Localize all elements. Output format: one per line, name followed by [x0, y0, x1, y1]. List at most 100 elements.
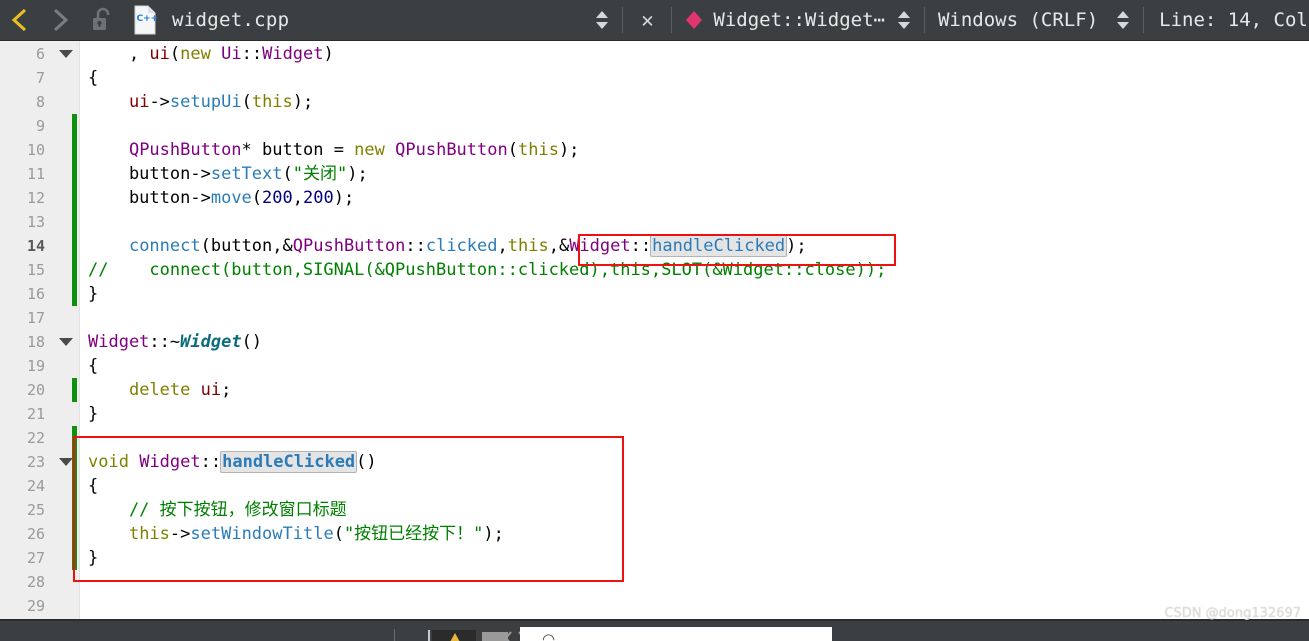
gutter-line[interactable]: 20	[0, 378, 80, 402]
code-token: ->	[169, 524, 191, 544]
code-token: ->	[190, 164, 211, 184]
code-token: (	[251, 188, 263, 208]
line-number: 28	[26, 573, 45, 591]
code-token: ,	[292, 188, 304, 208]
gutter-line[interactable]: 25	[0, 498, 80, 522]
gutter-line[interactable]: 18	[0, 330, 80, 354]
warning-triangle-icon	[450, 633, 460, 641]
gutter-line[interactable]: 14	[0, 234, 80, 258]
fold-triangle-icon[interactable]	[59, 338, 73, 346]
code-token: ::	[241, 44, 263, 64]
gutter-line[interactable]: 29	[0, 594, 80, 618]
code-token: move	[210, 188, 252, 208]
code-token: );	[558, 140, 580, 160]
code-token: Widget	[88, 332, 150, 352]
code-token: connect	[128, 236, 201, 256]
gutter-line[interactable]: 22	[0, 426, 80, 450]
gutter-line[interactable]: 11	[0, 162, 80, 186]
code-token: ()	[241, 332, 263, 352]
code-line[interactable]: }	[88, 282, 98, 306]
code-token: }	[88, 548, 99, 568]
navigate-forward-button[interactable]	[40, 0, 80, 41]
svg-text:C++: C++	[137, 14, 158, 24]
code-line[interactable]: {	[88, 474, 98, 498]
code-line[interactable]: Widget::~Widget()	[88, 330, 262, 354]
code-line[interactable]: {	[88, 354, 98, 378]
code-line[interactable]: delete ui;	[88, 378, 231, 402]
code-line[interactable]: }	[88, 402, 98, 426]
symbol-selector-label[interactable]: Widget::Widget⋯	[709, 9, 891, 31]
code-line[interactable]: ui->setupUi(this);	[88, 90, 313, 114]
code-token: Widget	[139, 452, 201, 472]
line-number: 9	[35, 117, 45, 135]
split-editor-spinner[interactable]	[589, 10, 615, 30]
gutter-line[interactable]: 23	[0, 450, 80, 474]
code-line[interactable]: QPushButton* button = new QPushButton(th…	[88, 138, 579, 162]
code-token: QPushButton	[395, 140, 508, 160]
code-token: ,&	[548, 236, 570, 256]
code-line[interactable]: button->move(200,200);	[88, 186, 354, 210]
gutter-line[interactable]: 6	[0, 42, 80, 66]
code-line[interactable]: void Widget::handleClicked()	[88, 450, 377, 474]
line-number: 13	[26, 213, 45, 231]
code-token: // 按下按钮，修改窗口标题	[88, 500, 347, 520]
line-number-gutter[interactable]: 6 7 8 9 10 11 12 13 14 15 16 17 18 19 20 21 22 23 24 25 26 27…	[0, 41, 80, 619]
line-ending-spinner[interactable]	[1110, 10, 1136, 30]
fold-triangle-icon[interactable]	[59, 50, 73, 58]
gutter-line[interactable]: 9	[0, 114, 80, 138]
navigate-back-button[interactable]	[0, 0, 40, 41]
qt-creator-window: C++ widget.cpp ✕ Widget::Widget⋯ Windows…	[0, 0, 1309, 641]
code-editor[interactable]: 6 7 8 9 10 11 12 13 14 15 16 17 18 19 20 21 22 23 24 25 26 27…	[0, 41, 1309, 619]
gutter-line[interactable]: 26	[0, 522, 80, 546]
gutter-line[interactable]: 7	[0, 66, 80, 90]
symbol-selector-spinner[interactable]	[891, 10, 917, 30]
code-token: setWindowTitle	[190, 524, 334, 544]
gutter-line[interactable]: 8	[0, 90, 80, 114]
code-line[interactable]: // connect(button,SIGNAL(&QPushButton::c…	[88, 258, 886, 282]
code-text-area[interactable]: , ui(new Ui::Widget){ ui->setupUi(this);…	[80, 41, 1309, 619]
code-line[interactable]: // 按下按钮，修改窗口标题	[88, 498, 347, 522]
code-token: ,	[88, 44, 150, 64]
gutter-line[interactable]: 15	[0, 258, 80, 282]
code-line[interactable]: }	[88, 546, 98, 570]
code-token: (	[241, 92, 252, 112]
status-bar[interactable]: ◠	[0, 619, 1309, 641]
code-line[interactable]: this->setWindowTitle("按钮已经按下！");	[88, 522, 504, 546]
code-token: clicked	[425, 236, 498, 256]
gutter-line[interactable]: 28	[0, 570, 80, 594]
output-panel-button[interactable]	[482, 632, 508, 641]
gutter-line[interactable]: 12	[0, 186, 80, 210]
code-line[interactable]: {	[88, 66, 98, 90]
line-number: 22	[26, 429, 45, 447]
code-token: (	[200, 236, 211, 256]
gutter-line[interactable]: 24	[0, 474, 80, 498]
code-line[interactable]: connect(button,&QPushButton::clicked,thi…	[88, 234, 807, 258]
line-number: 11	[26, 165, 45, 183]
gutter-line[interactable]: 16	[0, 282, 80, 306]
gutter-line[interactable]: 21	[0, 402, 80, 426]
gutter-line[interactable]: 27	[0, 546, 80, 570]
code-line[interactable]: , ui(new Ui::Widget)	[88, 42, 334, 66]
line-ending-label[interactable]: Windows (CRLF)	[932, 9, 1110, 31]
code-token: ::	[200, 452, 222, 472]
gutter-line[interactable]: 10	[0, 138, 80, 162]
code-token: "关闭"	[292, 164, 348, 184]
code-token: new	[354, 140, 385, 160]
code-line[interactable]: button->setText("关闭");	[88, 162, 368, 186]
code-token: ::~	[149, 332, 181, 352]
code-token: );	[347, 164, 368, 184]
gutter-line[interactable]: 19	[0, 354, 80, 378]
diamond-icon	[679, 0, 709, 41]
line-number: 24	[26, 477, 45, 495]
toolbar-divider-2	[671, 7, 673, 33]
unlock-icon[interactable]	[80, 0, 124, 41]
gutter-line[interactable]: 13	[0, 210, 80, 234]
fold-triangle-icon[interactable]	[59, 458, 73, 466]
search-input[interactable]	[520, 627, 832, 641]
close-document-button[interactable]: ✕	[630, 0, 664, 41]
code-token: button	[88, 164, 191, 184]
gutter-line[interactable]: 17	[0, 306, 80, 330]
change-indicator-bar	[72, 114, 77, 306]
